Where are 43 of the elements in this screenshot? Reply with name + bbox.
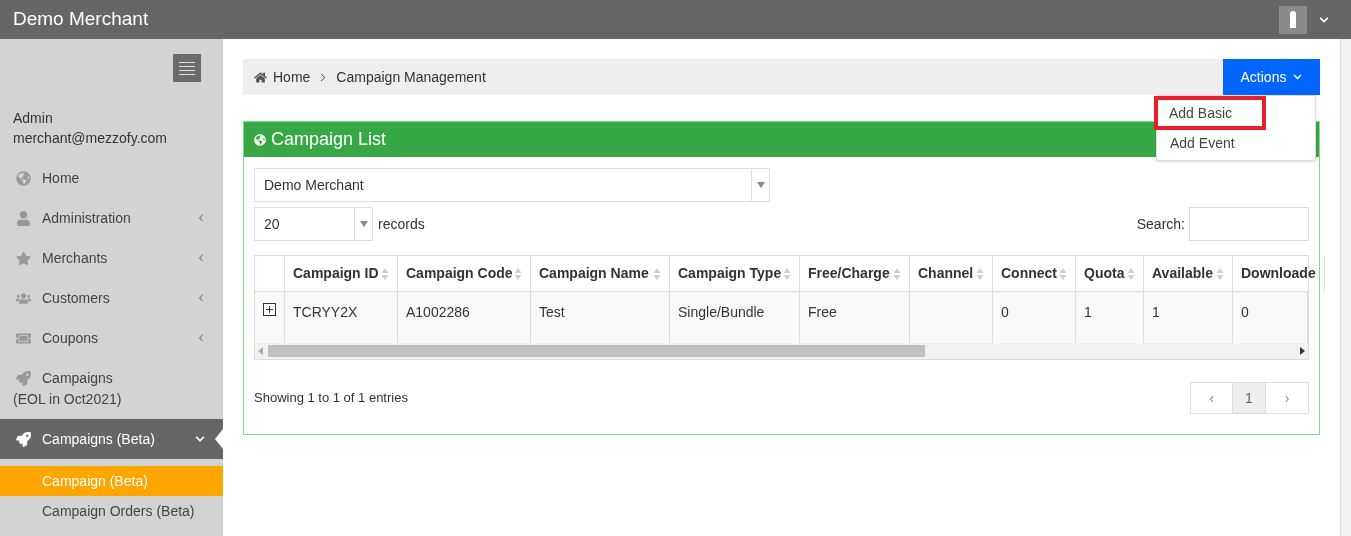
column-header[interactable]: Free/Charge [800,256,910,291]
table-cell: A1002286 [406,304,470,320]
table-cell: TCRYY2X [293,304,358,320]
column-header[interactable]: Campaign Code [398,256,531,291]
column-header[interactable]: Channel [910,256,993,291]
breadcrumb-link[interactable]: Home [273,66,311,88]
search-label: Search: [1136,214,1185,234]
menu-item[interactable]: Add Event [1157,128,1315,158]
table-cell: 1 [1084,304,1092,320]
user-role: Admin [13,109,54,128]
table-cell: Free [808,304,837,320]
sidebar-item[interactable]: Customers [0,278,223,318]
table-cell: 0 [1001,304,1009,320]
page-button[interactable]: 1 [1233,383,1266,413]
table-cell: Single/Bundle [678,304,765,320]
column-header[interactable]: Campaign ID [285,256,398,291]
entries-info: Showing 1 to 1 of 1 entries [254,389,408,408]
column-header[interactable]: Campaign Name [531,256,670,291]
column-header[interactable]: Downloade [1233,256,1325,291]
column-header[interactable]: Quota [1076,256,1144,291]
panel-title: Campaign List [271,128,387,151]
column-header[interactable]: Campaign Type [670,256,800,291]
sidebar-item[interactable]: Administration [0,198,223,238]
submenu-item[interactable]: Campaign Orders (Beta) [0,496,223,526]
user-email: merchant@mezzofy.com [13,129,168,148]
sidebar-item[interactable]: Home [0,158,223,198]
sidebar-item[interactable]: Campaigns (EOL in Oct2021) [0,358,223,419]
column-header[interactable]: Available [1144,256,1233,291]
merchant-select[interactable]: Demo Merchant [254,168,770,202]
menu-item[interactable]: Add Basic [1156,98,1264,128]
table-cell: 1 [1152,304,1160,320]
app-title: Demo Merchant [13,7,149,32]
page-size-select[interactable]: 20 [254,207,373,241]
sidebar-item[interactable]: Coupons [0,318,223,358]
table-cell: 0 [1241,304,1249,320]
next-page-button[interactable]: › [1266,383,1308,413]
sidebar-item[interactable]: Campaigns (Beta) [0,419,223,459]
breadcrumb-link[interactable]: Campaign Management [336,66,486,88]
column-header[interactable]: Connect [993,256,1076,291]
records-label: records [378,214,425,234]
actions-button[interactable]: Actions [1223,59,1320,95]
table-cell: Test [539,304,565,320]
sidebar-item[interactable]: Merchants [0,238,223,278]
